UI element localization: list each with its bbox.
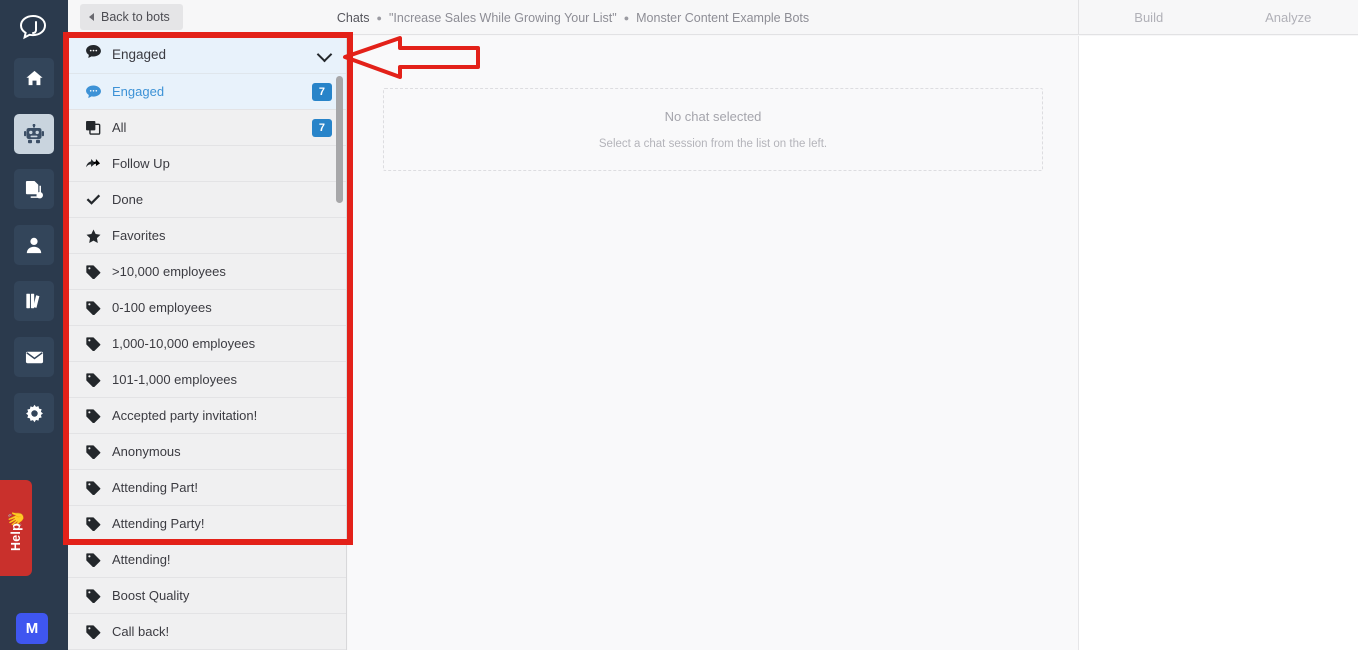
tag-filter-row[interactable]: Favorites (68, 218, 346, 254)
tag-filter-row-label: Attending Party! (112, 516, 205, 531)
envelope-icon (25, 348, 44, 367)
tag-filter-row-label: >10,000 employees (112, 264, 226, 279)
sidebar-scrollbar[interactable] (336, 76, 343, 203)
breadcrumb: Chats ● "Increase Sales While Growing Yo… (68, 0, 1078, 35)
chat-bubble-icon (86, 45, 101, 63)
tag-icon (86, 336, 101, 351)
tag-filter-row[interactable]: Call back! (68, 614, 346, 650)
breadcrumb-title: Chats (336, 10, 370, 25)
copy-icon (86, 120, 101, 135)
no-chat-selected-card: No chat selected Select a chat session f… (383, 88, 1043, 171)
main-right-divider (1078, 36, 1079, 650)
rail-item-library[interactable] (14, 281, 54, 321)
tag-filter-list: Engaged 7 All 7 Follow Up Done Favorites >10,00… (68, 74, 346, 650)
tag-filter-row-label: Favorites (112, 228, 166, 243)
tag-filter-row-badge: 7 (311, 118, 332, 137)
rail-item-settings[interactable] (14, 393, 54, 433)
tag-icon (86, 516, 101, 531)
breadcrumb-separator-2: ● (623, 12, 630, 23)
help-tab-label: Help (8, 523, 23, 551)
tag-filter-row[interactable]: Follow Up (68, 146, 346, 182)
tag-filter-row[interactable]: Engaged 7 (68, 74, 346, 110)
rail-item-contacts[interactable] (14, 225, 54, 265)
tag-filter-sidebar: Engaged Engaged 7 All 7 Follow Up Done Favorit… (68, 35, 347, 650)
help-tab[interactable]: 👋 Help (0, 480, 32, 576)
topbar-tabs: Build Analyze (1079, 0, 1358, 35)
tab-analyze[interactable]: Analyze (1219, 10, 1358, 25)
tag-filter-row-label: 1,000-10,000 employees (112, 336, 256, 351)
person-icon (25, 236, 43, 254)
tag-filter-row-label: Boost Quality (112, 588, 190, 603)
star-icon (86, 228, 101, 243)
tag-icon (86, 588, 101, 603)
chat-bubble-icon (86, 84, 101, 99)
tag-icon (86, 300, 101, 315)
books-icon (25, 292, 43, 310)
tag-filter-row-label: 101-1,000 employees (112, 372, 238, 387)
tag-filter-row[interactable]: Attending Party! (68, 506, 346, 542)
tag-filter-selected-label: Engaged (112, 46, 167, 62)
top-bar: Back to bots Chats ● "Increase Sales Whi… (68, 0, 1358, 35)
tag-icon (86, 624, 101, 639)
tag-icon (86, 480, 101, 495)
tag-filter-row-label: All (112, 120, 127, 135)
tag-filter-row-label: Engaged (112, 84, 165, 99)
gear-icon (25, 404, 44, 423)
breadcrumb-item-bot-name[interactable]: "Increase Sales While Growing Your List" (389, 11, 617, 25)
tag-filter-row[interactable]: Boost Quality (68, 578, 346, 614)
tag-filter-dropdown-header[interactable]: Engaged (68, 35, 346, 74)
tag-icon (86, 372, 101, 387)
tag-filter-row-label: 0-100 employees (112, 300, 212, 315)
chevron-down-icon[interactable] (319, 48, 332, 61)
rail-item-bots[interactable] (14, 114, 54, 154)
tag-filter-row-label: Done (112, 192, 144, 207)
rail-item-templates[interactable] (14, 169, 54, 209)
tag-filter-row[interactable]: 101-1,000 employees (68, 362, 346, 398)
tag-icon (86, 552, 101, 567)
tag-filter-row-label: Attending Part! (112, 480, 198, 495)
tag-filter-row[interactable]: Attending! (68, 542, 346, 578)
right-detail-pane (1079, 36, 1358, 650)
tab-build[interactable]: Build (1079, 10, 1219, 25)
reply-all-icon (86, 156, 101, 171)
chat-bubble-logo-icon[interactable] (0, 6, 68, 50)
breadcrumb-item-workspace[interactable]: Monster Content Example Bots (636, 11, 809, 25)
tag-filter-row[interactable]: Anonymous (68, 434, 346, 470)
tag-filter-row[interactable]: Done (68, 182, 346, 218)
check-icon (86, 192, 101, 207)
tag-filter-row-label: Anonymous (112, 444, 181, 459)
rail-item-inbox[interactable] (14, 337, 54, 377)
chat-transcript-panel: No chat selected Select a chat session f… (348, 36, 1079, 650)
tag-filter-row[interactable]: Accepted party invitation! (68, 398, 346, 434)
no-chat-selected-title: No chat selected (664, 109, 762, 124)
rail-item-home[interactable] (14, 58, 54, 98)
tag-filter-row-label: Call back! (112, 624, 170, 639)
tag-filter-row[interactable]: All 7 (68, 110, 346, 146)
tag-filter-row-label: Attending! (112, 552, 171, 567)
tag-filter-row[interactable]: Attending Part! (68, 470, 346, 506)
no-chat-selected-subtitle: Select a chat session from the list on t… (598, 138, 828, 150)
tag-icon (86, 444, 101, 459)
copy-page-icon (25, 180, 44, 199)
tag-filter-row[interactable]: >10,000 employees (68, 254, 346, 290)
tag-icon (86, 408, 101, 423)
tag-filter-row-badge: 7 (311, 82, 332, 101)
app-root: 👋 Help M Back to bots Chats ● "Increase … (0, 0, 1358, 650)
tag-filter-row[interactable]: 1,000-10,000 employees (68, 326, 346, 362)
left-icon-rail: 👋 Help M (0, 0, 68, 650)
tag-filter-row[interactable]: 0-100 employees (68, 290, 346, 326)
user-avatar[interactable]: M (16, 613, 48, 644)
tag-filter-row-label: Accepted party invitation! (112, 408, 258, 423)
robot-icon (24, 124, 44, 144)
home-icon (25, 69, 44, 88)
tag-icon (86, 264, 101, 279)
tag-filter-row-label: Follow Up (112, 156, 170, 171)
breadcrumb-separator-1: ● (376, 12, 382, 23)
